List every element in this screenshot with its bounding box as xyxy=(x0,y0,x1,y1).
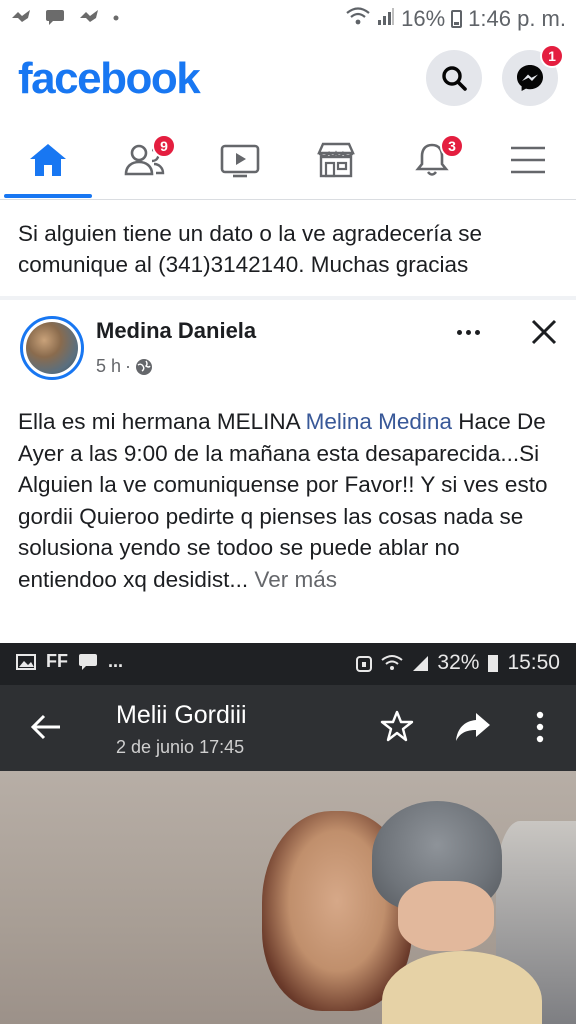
wifi-icon xyxy=(345,6,371,32)
image-status-bar: FF ... 32% 15:50 xyxy=(0,643,576,685)
image-contact-name: Melii Gordiii xyxy=(116,701,247,729)
notification-icon xyxy=(78,8,100,31)
battery-icon xyxy=(451,10,463,28)
post-author[interactable]: Medina Daniela xyxy=(96,318,256,344)
dot-icon xyxy=(456,329,462,335)
messenger-badge: 1 xyxy=(540,44,564,68)
share-icon xyxy=(456,713,490,741)
tab-watch[interactable] xyxy=(192,122,288,198)
author-avatar[interactable] xyxy=(20,316,84,380)
facebook-logo[interactable]: facebook xyxy=(18,54,201,104)
search-icon xyxy=(442,66,467,91)
status-left-icons xyxy=(10,8,120,31)
status-right: 16% 1:46 p. m. xyxy=(345,6,566,32)
photo-baby-face xyxy=(398,881,494,951)
post-body: Ella es mi hermana MELINA Melina Medina … xyxy=(18,406,563,595)
video-icon xyxy=(220,144,260,178)
feed-separator xyxy=(0,296,576,300)
image-status-ff: FF xyxy=(46,651,68,671)
mention-link[interactable]: Melina Medina xyxy=(306,409,452,434)
friends-badge: 9 xyxy=(152,134,176,158)
menu-icon xyxy=(511,146,545,174)
tab-notifications[interactable]: 3 xyxy=(384,122,480,198)
post-meta: 5 h · xyxy=(96,356,153,377)
image-toolbar: Melii Gordiii 2 de junio 17:45 xyxy=(0,685,576,771)
tab-menu[interactable] xyxy=(480,122,576,198)
messenger-button[interactable]: 1 xyxy=(502,44,564,106)
store-icon xyxy=(317,142,355,178)
post-time[interactable]: 5 h xyxy=(96,356,121,377)
avatar-image xyxy=(26,322,78,374)
post-image[interactable]: FF ... 32% 15:50 Melii Gordiii 2 de juni… xyxy=(0,643,576,1024)
alarm-icon xyxy=(356,656,373,672)
image-time: 15:50 xyxy=(507,651,560,674)
image-battery-percent: 32% xyxy=(437,651,480,674)
image-icon xyxy=(16,653,36,670)
wifi-icon xyxy=(381,655,404,670)
tab-home[interactable] xyxy=(0,122,96,198)
star-icon xyxy=(380,710,414,742)
see-more-link[interactable]: Ver más xyxy=(254,567,337,592)
dot-icon xyxy=(465,329,471,335)
home-icon xyxy=(30,144,66,176)
previous-post-text: Si alguien tiene un dato o la ve agradec… xyxy=(18,221,483,277)
dot-icon xyxy=(474,329,480,335)
post-options-button[interactable] xyxy=(448,318,488,346)
post-body-prefix: Ella es mi hermana MELINA xyxy=(18,409,306,434)
photo xyxy=(0,771,576,1024)
back-arrow-icon xyxy=(30,714,60,740)
signal-icon xyxy=(377,6,395,32)
app-header: facebook 1 xyxy=(0,40,576,116)
image-contact-date: 2 de junio 17:45 xyxy=(116,737,245,757)
notification-icon xyxy=(10,8,32,31)
notifications-badge: 3 xyxy=(440,134,464,158)
dot-icon xyxy=(112,8,120,31)
tab-friends[interactable]: 9 xyxy=(96,122,192,198)
close-icon[interactable] xyxy=(528,316,560,348)
tab-marketplace[interactable] xyxy=(288,122,384,198)
messenger-icon xyxy=(517,65,543,91)
status-time: 1:46 p. m. xyxy=(468,6,566,31)
battery-percent: 16% xyxy=(401,6,446,31)
more-vertical-icon xyxy=(536,711,544,743)
tab-bar: 9 3 xyxy=(0,122,576,200)
meta-separator: · xyxy=(125,356,132,376)
battery-icon xyxy=(488,655,499,672)
post-body-text: Hace De Ayer a las 9:00 de la mañana est… xyxy=(18,409,548,592)
globe-icon xyxy=(136,358,153,375)
status-bar: 16% 1:46 p. m. xyxy=(0,0,576,38)
image-status-more: ... xyxy=(108,651,124,671)
chat-icon xyxy=(79,653,97,670)
search-button[interactable] xyxy=(426,50,482,106)
chat-icon xyxy=(44,8,66,31)
signal-icon xyxy=(413,656,429,671)
tab-active-indicator xyxy=(4,194,92,198)
